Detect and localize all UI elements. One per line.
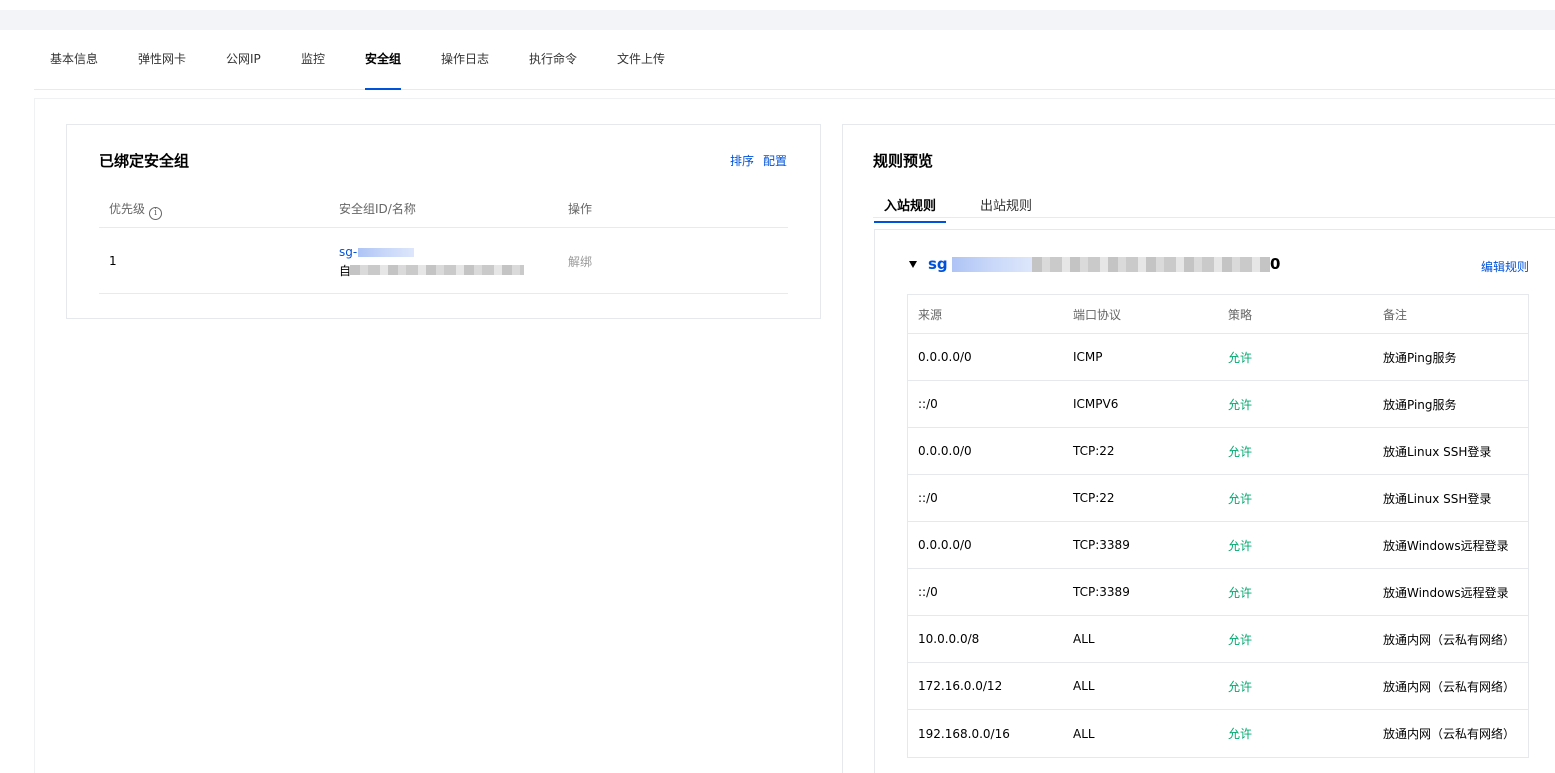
tab-execute-command[interactable]: 执行命令 bbox=[529, 30, 577, 90]
port-header: 端口协议 bbox=[1073, 307, 1122, 322]
table-bottom-divider bbox=[99, 293, 788, 294]
rule-port: ALL bbox=[1073, 679, 1095, 693]
sg-id-name-header: 安全组ID/名称 bbox=[339, 202, 416, 216]
rule-policy: 允许 bbox=[1228, 727, 1253, 741]
tab-eni[interactable]: 弹性网卡 bbox=[138, 30, 186, 90]
sg-name-redacted bbox=[350, 265, 524, 275]
sg-id-link[interactable]: sg- bbox=[339, 245, 357, 259]
rule-row: 0.0.0.0/0 TCP:3389 允许 放通Windows远程登录 bbox=[908, 522, 1528, 569]
sg-id-prefix: sg- bbox=[339, 245, 358, 259]
rule-policy: 允许 bbox=[1228, 538, 1253, 553]
tab-monitor[interactable]: 监控 bbox=[301, 30, 325, 90]
rule-remark: 放通Linux SSH登录 bbox=[1383, 491, 1492, 506]
rule-remark: 放通Linux SSH登录 bbox=[1383, 444, 1492, 459]
config-link[interactable]: 配置 bbox=[763, 152, 787, 169]
subtab-divider bbox=[873, 217, 1555, 218]
rule-policy: 允许 bbox=[1228, 444, 1253, 459]
rule-source: 192.168.0.0/16 bbox=[918, 726, 1010, 741]
collapse-caret-icon[interactable] bbox=[909, 261, 917, 268]
priority-value: 1 bbox=[109, 254, 117, 268]
tab-file-upload[interactable]: 文件上传 bbox=[617, 30, 665, 90]
table-divider bbox=[99, 227, 788, 228]
tab-bar: 基本信息 弹性网卡 公网IP 监控 安全组 操作日志 执行命令 文件上传 bbox=[34, 30, 1555, 90]
rule-remark: 放通Windows远程登录 bbox=[1383, 538, 1509, 553]
rule-source: 172.16.0.0/12 bbox=[918, 679, 1003, 693]
source-header: 来源 bbox=[918, 307, 943, 322]
rule-source: 0.0.0.0/0 bbox=[918, 350, 972, 364]
unbind-button[interactable]: 解绑 bbox=[568, 253, 592, 270]
priority-header: 优先级 i bbox=[109, 200, 163, 220]
rule-remark: 放通内网（云私有网络） bbox=[1383, 679, 1516, 694]
bound-card-title: 已绑定安全组 bbox=[99, 152, 190, 170]
rule-row: 0.0.0.0/0 ICMP 允许 放通Ping服务 bbox=[908, 334, 1528, 381]
tab-inbound-rules[interactable]: 入站规则 bbox=[873, 195, 947, 223]
rule-remark: 放通Ping服务 bbox=[1383, 397, 1457, 412]
rule-port: ALL bbox=[1073, 726, 1095, 741]
sg-title-redacted-gray bbox=[1032, 257, 1270, 272]
rule-policy: 允许 bbox=[1228, 491, 1253, 506]
rule-policy: 允许 bbox=[1228, 397, 1253, 412]
info-icon[interactable]: i bbox=[149, 207, 163, 220]
rule-policy: 允许 bbox=[1228, 585, 1253, 600]
sg-rule-group-title: sg bbox=[928, 255, 948, 273]
rule-policy: 允许 bbox=[1228, 350, 1253, 365]
rule-port: TCP:3389 bbox=[1073, 585, 1130, 599]
rule-row: ::/0 TCP:22 允许 放通Linux SSH登录 bbox=[908, 475, 1528, 522]
sort-link[interactable]: 排序 bbox=[730, 152, 754, 169]
rule-policy: 允许 bbox=[1228, 632, 1253, 647]
rule-row: ::/0 ICMPV6 允许 放通Ping服务 bbox=[908, 381, 1528, 428]
rule-port: TCP:22 bbox=[1073, 491, 1115, 505]
remark-header: 备注 bbox=[1383, 307, 1408, 322]
rule-port: ICMP bbox=[1073, 350, 1103, 364]
top-band bbox=[0, 0, 1555, 30]
rule-row: 192.168.0.0/16 ALL 允许 放通内网（云私有网络） bbox=[908, 710, 1528, 757]
rule-remark: 放通内网（云私有网络） bbox=[1383, 632, 1516, 647]
sg-title-suffix: 0 bbox=[1270, 255, 1281, 273]
rule-source: ::/0 bbox=[918, 491, 938, 505]
rule-row: 0.0.0.0/0 TCP:22 允许 放通Linux SSH登录 bbox=[908, 428, 1528, 475]
rule-policy: 允许 bbox=[1228, 679, 1253, 694]
rule-port: TCP:22 bbox=[1073, 444, 1115, 458]
tab-public-ip[interactable]: 公网IP bbox=[226, 30, 261, 90]
rule-port: ICMPV6 bbox=[1073, 397, 1119, 411]
tab-security-group[interactable]: 安全组 bbox=[365, 30, 402, 90]
edit-rules-link[interactable]: 编辑规则 bbox=[1481, 258, 1529, 275]
rule-row: 10.0.0.0/8 ALL 允许 放通内网（云私有网络） bbox=[908, 616, 1528, 663]
priority-header-label: 优先级 bbox=[109, 202, 146, 216]
rule-remark: 放通内网（云私有网络） bbox=[1383, 727, 1516, 741]
rule-row: ::/0 TCP:3389 允许 放通Windows远程登录 bbox=[908, 569, 1528, 616]
rule-remark: 放通Windows远程登录 bbox=[1383, 585, 1509, 600]
rule-port: TCP:3389 bbox=[1073, 538, 1130, 552]
rules-table-header: 来源 端口协议 策略 备注 bbox=[908, 295, 1528, 334]
sg-title-redacted-blue bbox=[952, 257, 1032, 272]
rule-preview-title: 规则预览 bbox=[873, 152, 934, 170]
rule-source: ::/0 bbox=[918, 585, 938, 599]
rules-table: 来源 端口协议 策略 备注 0.0.0.0/0 ICMP 允许 放通Ping服务… bbox=[907, 294, 1529, 758]
rule-source: 0.0.0.0/0 bbox=[918, 444, 972, 458]
sg-title-prefix: sg bbox=[928, 255, 948, 273]
rule-source: ::/0 bbox=[918, 397, 938, 411]
rule-row: 172.16.0.0/12 ALL 允许 放通内网（云私有网络） bbox=[908, 663, 1528, 710]
policy-header: 策略 bbox=[1228, 307, 1253, 322]
rule-source: 10.0.0.0/8 bbox=[918, 632, 980, 646]
tab-basic-info[interactable]: 基本信息 bbox=[50, 30, 98, 90]
sg-id-redacted bbox=[358, 248, 414, 257]
rule-remark: 放通Ping服务 bbox=[1383, 350, 1457, 365]
action-header: 操作 bbox=[568, 202, 593, 216]
tab-operation-log[interactable]: 操作日志 bbox=[441, 30, 489, 90]
rule-port: ALL bbox=[1073, 632, 1095, 646]
rule-source: 0.0.0.0/0 bbox=[918, 538, 972, 552]
tab-outbound-rules[interactable]: 出站规则 bbox=[980, 195, 1032, 214]
